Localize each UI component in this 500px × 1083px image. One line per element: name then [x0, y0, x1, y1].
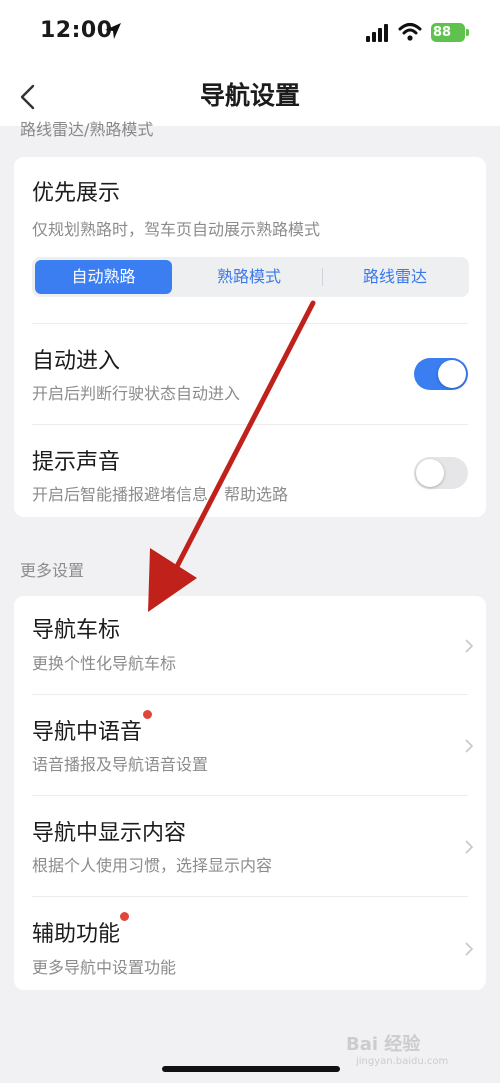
section-header-route-radar: 路线雷达/熟路模式 — [20, 121, 154, 139]
divider — [32, 896, 468, 897]
list-item-title: 导航中显示内容 — [32, 821, 187, 846]
list-item-title: 辅助功能 — [32, 922, 121, 947]
badge-dot — [120, 912, 129, 921]
prompt-sound-subtitle: 开启后智能播报避堵信息，帮助选路 — [32, 485, 289, 504]
auto-enter-toggle[interactable] — [414, 358, 468, 390]
list-item-subtitle: 更换个性化导航车标 — [32, 654, 177, 673]
home-indicator[interactable] — [162, 1066, 340, 1072]
divider — [32, 424, 468, 425]
page-title: 导航设置 — [199, 81, 300, 110]
auto-enter-title: 自动进入 — [32, 349, 121, 374]
familiar-route-card: 优先展示 仅规划熟路时，驾车页自动展示熟路模式 自动熟路 熟路模式 路线雷达 自… — [14, 157, 486, 517]
watermark-url: jingyan.baidu.com — [356, 1056, 449, 1067]
location-arrow-icon — [105, 23, 121, 39]
divider — [32, 795, 468, 796]
chevron-right-icon — [465, 739, 474, 753]
signal-icon — [366, 24, 388, 42]
list-item-title: 导航车标 — [32, 618, 121, 643]
more-settings-card: 导航车标 更换个性化导航车标 导航中语音 语音播报及导航语音设置 导航中显示内容… — [14, 596, 486, 990]
status-bar: 12:00 88 — [0, 0, 500, 68]
divider — [32, 323, 468, 324]
chevron-right-icon — [465, 840, 474, 854]
status-time: 12:00 — [40, 18, 113, 43]
list-item-subtitle: 语音播报及导航语音设置 — [32, 755, 209, 774]
list-item-subtitle: 根据个人使用习惯，选择显示内容 — [32, 856, 273, 875]
badge-dot — [143, 710, 152, 719]
list-item-title: 导航中语音 — [32, 720, 143, 745]
segment-familiar-mode[interactable]: 熟路模式 — [178, 260, 320, 294]
priority-display-title: 优先展示 — [32, 181, 121, 206]
battery-icon: 88 — [431, 23, 469, 42]
segment-route-radar[interactable]: 路线雷达 — [324, 260, 466, 294]
nav-bar: 导航设置 — [0, 68, 500, 126]
prompt-sound-title: 提示声音 — [32, 450, 121, 475]
segment-auto-familiar[interactable]: 自动熟路 — [35, 260, 172, 294]
divider — [32, 694, 468, 695]
section-header-more-settings: 更多设置 — [20, 561, 85, 580]
battery-level: 88 — [433, 25, 452, 40]
wifi-icon — [398, 23, 422, 41]
list-item-subtitle: 更多导航中设置功能 — [32, 958, 177, 977]
segment-separator — [322, 268, 323, 286]
prompt-sound-toggle[interactable] — [414, 457, 468, 489]
priority-display-subtitle: 仅规划熟路时，驾车页自动展示熟路模式 — [32, 220, 321, 239]
chevron-right-icon — [465, 639, 474, 653]
priority-segmented-control: 自动熟路 熟路模式 路线雷达 — [32, 257, 469, 297]
chevron-right-icon — [465, 942, 474, 956]
auto-enter-subtitle: 开启后判断行驶状态自动进入 — [32, 384, 241, 403]
watermark: Bai 经验 — [346, 1034, 421, 1055]
